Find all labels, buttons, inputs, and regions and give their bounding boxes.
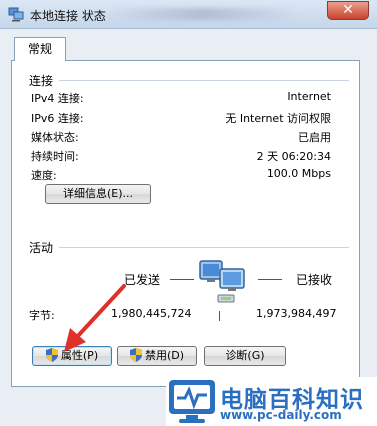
diagnose-button[interactable]: 诊断(G) [204,346,286,366]
uac-shield-icon [45,348,58,362]
sent-label: 已发送 [124,273,161,287]
properties-label: 属性(P) [60,349,99,362]
divider [59,247,349,248]
network-icon [8,7,24,22]
ipv4-row: IPv4 连接: Internet [31,90,331,106]
ipv6-row: IPv6 连接: 无 Internet 访问权限 [31,110,331,126]
details-button[interactable]: 详细信息(E)... [45,184,151,204]
media-state-label: 媒体状态: [31,131,79,144]
general-panel: 连接 IPv4 连接: Internet IPv6 连接: 无 Internet… [11,60,360,387]
network-activity-icon [199,260,245,303]
bytes-sent: 1,980,445,724 [111,307,192,320]
status-dialog: 本地连接 状态 ✕ 常规 连接 IPv4 连接: Internet IPv6 连… [0,0,377,426]
watermark-url: www.pc-daily.com [220,408,342,422]
bytes-label: 字节: [29,309,55,322]
blurred-title-area [108,8,298,20]
duration-row: 持续时间: 2 天 06:20:34 [31,148,331,164]
ipv4-value: Internet [287,90,331,103]
properties-button[interactable]: 属性(P) [32,346,112,366]
media-state-row: 媒体状态: 已启用 [31,129,331,145]
duration-label: 持续时间: [31,150,79,163]
ipv6-label: IPv6 连接: [31,112,84,125]
uac-shield-icon [129,348,142,362]
title-bar[interactable]: 本地连接 状态 ✕ [0,0,377,29]
received-label: 已接收 [296,273,333,287]
connection-heading: 连接 [29,74,54,88]
close-button[interactable]: ✕ [327,1,369,20]
separator-tick [219,311,220,321]
disable-label: 禁用(D) [144,349,185,362]
window-title: 本地连接 状态 [30,9,106,23]
watermark: 电脑百科知识 www.pc-daily.com [166,377,377,426]
ipv6-value: 无 Internet 访问权限 [225,112,331,125]
monitor-logo-icon [169,380,215,423]
bytes-received: 1,973,984,497 [256,307,337,320]
divider [59,80,349,81]
speed-row: 速度: 100.0 Mbps [31,167,331,183]
disable-button[interactable]: 禁用(D) [117,346,197,366]
media-state-value: 已启用 [298,131,331,144]
sent-line [170,279,194,280]
activity-heading: 活动 [29,241,54,255]
duration-value: 2 天 06:20:34 [256,150,331,163]
speed-label: 速度: [31,169,57,182]
ipv4-label: IPv4 连接: [31,92,84,105]
received-line [258,279,282,280]
tab-general[interactable]: 常规 [14,37,66,61]
speed-value: 100.0 Mbps [266,167,331,180]
